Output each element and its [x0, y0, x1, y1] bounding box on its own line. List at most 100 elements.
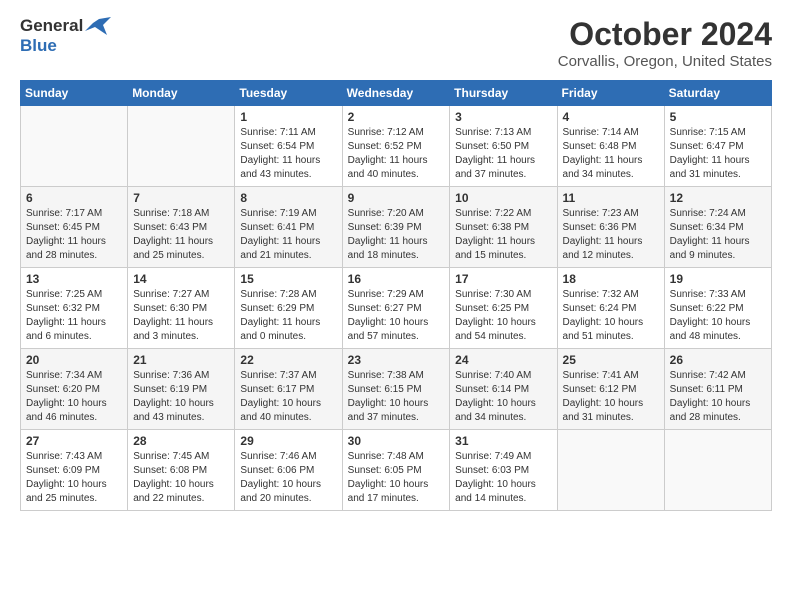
- day-info: Sunrise: 7:36 AMSunset: 6:19 PMDaylight:…: [133, 369, 229, 425]
- weekday-header-thursday: Thursday: [450, 81, 557, 106]
- weekday-header-tuesday: Tuesday: [235, 81, 342, 106]
- day-number: 13: [26, 272, 122, 286]
- calendar-cell: 11 Sunrise: 7:23 AMSunset: 6:36 PMDayligh…: [557, 187, 664, 268]
- day-number: 16: [348, 272, 445, 286]
- calendar-cell: 18Sunrise: 7:32 AMSunset: 6:24 PMDayligh…: [557, 268, 664, 349]
- calendar-cell: [664, 430, 771, 511]
- day-number: 1: [240, 110, 336, 124]
- day-info: Sunrise: 7:29 AMSunset: 6:27 PMDaylight:…: [348, 288, 445, 344]
- calendar-cell: 8Sunrise: 7:19 AMSunset: 6:41 PMDaylight…: [235, 187, 342, 268]
- day-number: 3: [455, 110, 551, 124]
- calendar-cell: 3 Sunrise: 7:13 AMSunset: 6:50 PMDaylight…: [450, 106, 557, 187]
- calendar-cell: 23 Sunrise: 7:38 AMSunset: 6:15 PMDayligh…: [342, 349, 450, 430]
- day-info: Sunrise: 7:45 AMSunset: 6:08 PMDaylight:…: [133, 450, 229, 506]
- day-number: 15: [240, 272, 336, 286]
- calendar-cell: 14 Sunrise: 7:27 AMSunset: 6:30 PMDayligh…: [128, 268, 235, 349]
- day-number: 6: [26, 191, 122, 205]
- day-info: Sunrise: 7:28 AMSunset: 6:29 PMDaylight:…: [240, 288, 336, 344]
- day-number: 29: [240, 434, 336, 448]
- day-number: 17: [455, 272, 551, 286]
- day-info: Sunrise: 7:14 AMSunset: 6:48 PMDaylight:…: [563, 126, 659, 182]
- day-info: Sunrise: 7:49 AMSunset: 6:03 PMDaylight:…: [455, 450, 551, 506]
- day-number: 5: [670, 110, 766, 124]
- calendar-cell: 13 Sunrise: 7:25 AMSunset: 6:32 PMDayligh…: [21, 268, 128, 349]
- calendar-cell: 16 Sunrise: 7:29 AMSunset: 6:27 PMDayligh…: [342, 268, 450, 349]
- calendar-week-row: 13 Sunrise: 7:25 AMSunset: 6:32 PMDayligh…: [21, 268, 772, 349]
- calendar-cell: 6 Sunrise: 7:17 AMSunset: 6:45 PMDaylight…: [21, 187, 128, 268]
- calendar-week-row: 20Sunrise: 7:34 AMSunset: 6:20 PMDayligh…: [21, 349, 772, 430]
- day-number: 12: [670, 191, 766, 205]
- day-number: 30: [348, 434, 445, 448]
- weekday-header-monday: Monday: [128, 81, 235, 106]
- calendar-cell: [21, 106, 128, 187]
- calendar-cell: 12 Sunrise: 7:24 AMSunset: 6:34 PMDayligh…: [664, 187, 771, 268]
- weekday-header-sunday: Sunday: [21, 81, 128, 106]
- calendar-cell: 31Sunrise: 7:49 AMSunset: 6:03 PMDayligh…: [450, 430, 557, 511]
- weekday-header-saturday: Saturday: [664, 81, 771, 106]
- day-number: 11: [563, 191, 659, 205]
- day-info: Sunrise: 7:41 AMSunset: 6:12 PMDaylight:…: [563, 369, 659, 425]
- logo: General Blue: [20, 16, 111, 56]
- calendar-cell: 17 Sunrise: 7:30 AMSunset: 6:25 PMDayligh…: [450, 268, 557, 349]
- calendar-week-row: 1 Sunrise: 7:11 AMSunset: 6:54 PMDaylight…: [21, 106, 772, 187]
- calendar-cell: 9 Sunrise: 7:20 AMSunset: 6:39 PMDaylight…: [342, 187, 450, 268]
- weekday-header-friday: Friday: [557, 81, 664, 106]
- day-info: Sunrise: 7:33 AMSunset: 6:22 PMDaylight:…: [670, 288, 766, 344]
- calendar-cell: 25 Sunrise: 7:41 AMSunset: 6:12 PMDayligh…: [557, 349, 664, 430]
- day-info: Sunrise: 7:27 AMSunset: 6:30 PMDaylight:…: [133, 288, 229, 344]
- day-info: Sunrise: 7:20 AMSunset: 6:39 PMDaylight:…: [348, 207, 445, 263]
- calendar-cell: [128, 106, 235, 187]
- day-info: Sunrise: 7:17 AMSunset: 6:45 PMDaylight:…: [26, 207, 122, 263]
- day-number: 28: [133, 434, 229, 448]
- day-number: 2: [348, 110, 445, 124]
- day-info: Sunrise: 7:12 AMSunset: 6:52 PMDaylight:…: [348, 126, 445, 182]
- calendar-cell: 15 Sunrise: 7:28 AMSunset: 6:29 PMDayligh…: [235, 268, 342, 349]
- logo-bird-icon: [85, 17, 111, 35]
- calendar-cell: 29 Sunrise: 7:46 AMSunset: 6:06 PMDayligh…: [235, 430, 342, 511]
- calendar-cell: 22 Sunrise: 7:37 AMSunset: 6:17 PMDayligh…: [235, 349, 342, 430]
- day-number: 7: [133, 191, 229, 205]
- day-info: Sunrise: 7:40 AMSunset: 6:14 PMDaylight:…: [455, 369, 551, 425]
- day-info: Sunrise: 7:23 AMSunset: 6:36 PMDaylight:…: [563, 207, 659, 263]
- calendar-cell: 10Sunrise: 7:22 AMSunset: 6:38 PMDayligh…: [450, 187, 557, 268]
- day-info: Sunrise: 7:37 AMSunset: 6:17 PMDaylight:…: [240, 369, 336, 425]
- calendar-cell: 26 Sunrise: 7:42 AMSunset: 6:11 PMDayligh…: [664, 349, 771, 430]
- calendar-cell: 19Sunrise: 7:33 AMSunset: 6:22 PMDayligh…: [664, 268, 771, 349]
- day-number: 14: [133, 272, 229, 286]
- day-info: Sunrise: 7:48 AMSunset: 6:05 PMDaylight:…: [348, 450, 445, 506]
- location-title: Corvallis, Oregon, United States: [558, 53, 772, 70]
- day-info: Sunrise: 7:34 AMSunset: 6:20 PMDaylight:…: [26, 369, 122, 425]
- day-info: Sunrise: 7:19 AMSunset: 6:41 PMDaylight:…: [240, 207, 336, 263]
- day-info: Sunrise: 7:24 AMSunset: 6:34 PMDaylight:…: [670, 207, 766, 263]
- page-header: General Blue October 2024 Corvallis, Ore…: [20, 16, 772, 70]
- calendar-week-row: 6 Sunrise: 7:17 AMSunset: 6:45 PMDaylight…: [21, 187, 772, 268]
- day-info: Sunrise: 7:11 AMSunset: 6:54 PMDaylight:…: [240, 126, 336, 182]
- day-info: Sunrise: 7:15 AMSunset: 6:47 PMDaylight:…: [670, 126, 766, 182]
- logo-blue: Blue: [20, 36, 57, 55]
- day-number: 9: [348, 191, 445, 205]
- day-info: Sunrise: 7:38 AMSunset: 6:15 PMDaylight:…: [348, 369, 445, 425]
- weekday-header-row: SundayMondayTuesdayWednesdayThursdayFrid…: [21, 81, 772, 106]
- calendar-cell: 7Sunrise: 7:18 AMSunset: 6:43 PMDaylight…: [128, 187, 235, 268]
- day-number: 26: [670, 353, 766, 367]
- day-info: Sunrise: 7:25 AMSunset: 6:32 PMDaylight:…: [26, 288, 122, 344]
- logo-general: General: [20, 16, 83, 36]
- weekday-header-wednesday: Wednesday: [342, 81, 450, 106]
- day-info: Sunrise: 7:13 AMSunset: 6:50 PMDaylight:…: [455, 126, 551, 182]
- day-info: Sunrise: 7:30 AMSunset: 6:25 PMDaylight:…: [455, 288, 551, 344]
- day-number: 4: [563, 110, 659, 124]
- day-number: 10: [455, 191, 551, 205]
- day-number: 22: [240, 353, 336, 367]
- day-number: 21: [133, 353, 229, 367]
- day-number: 23: [348, 353, 445, 367]
- calendar-body: 1 Sunrise: 7:11 AMSunset: 6:54 PMDaylight…: [21, 106, 772, 511]
- calendar-cell: 20Sunrise: 7:34 AMSunset: 6:20 PMDayligh…: [21, 349, 128, 430]
- day-info: Sunrise: 7:46 AMSunset: 6:06 PMDaylight:…: [240, 450, 336, 506]
- day-number: 25: [563, 353, 659, 367]
- day-info: Sunrise: 7:42 AMSunset: 6:11 PMDaylight:…: [670, 369, 766, 425]
- day-number: 18: [563, 272, 659, 286]
- calendar-cell: 27Sunrise: 7:43 AMSunset: 6:09 PMDayligh…: [21, 430, 128, 511]
- calendar-cell: 4 Sunrise: 7:14 AMSunset: 6:48 PMDaylight…: [557, 106, 664, 187]
- calendar-cell: 28 Sunrise: 7:45 AMSunset: 6:08 PMDayligh…: [128, 430, 235, 511]
- month-title: October 2024: [558, 16, 772, 53]
